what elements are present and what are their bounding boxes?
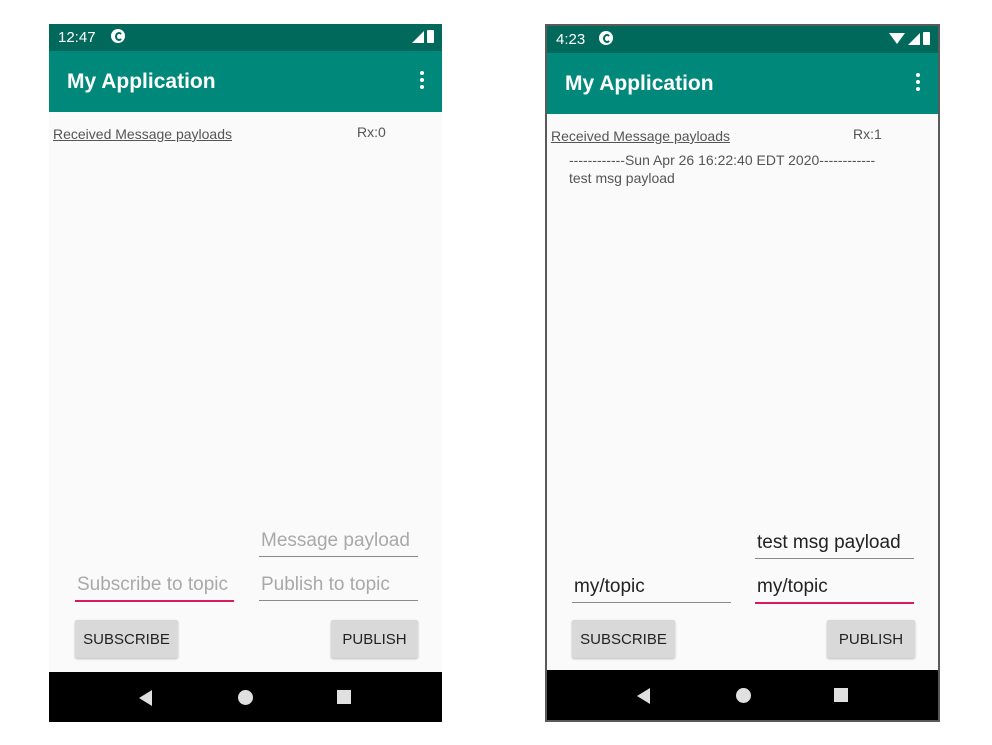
signal-icon — [412, 30, 424, 43]
status-icons — [889, 32, 930, 45]
status-bar: 4:23 — [547, 26, 938, 53]
subscribe-button[interactable]: SUBSCRIBE — [572, 620, 675, 658]
app-bar: My Application — [547, 53, 938, 114]
navigation-bar — [547, 670, 938, 720]
app-bar: My Application — [49, 51, 442, 112]
status-time: 12:47 — [58, 29, 96, 46]
phone-screen-left: 12:47 My Application Received Message pa… — [49, 24, 442, 722]
subscribe-topic-input[interactable]: Subscribe to topic — [75, 574, 234, 602]
status-icons — [412, 30, 434, 43]
received-payloads-label: Received Message payloads — [53, 126, 232, 142]
back-icon[interactable] — [637, 688, 650, 704]
subscribe-topic-input[interactable]: my/topic — [572, 576, 731, 603]
message-payload-input[interactable]: test msg payload — [755, 532, 914, 559]
publish-button[interactable]: PUBLISH — [331, 620, 418, 658]
app-title: My Application — [67, 70, 216, 93]
battery-icon — [427, 30, 434, 43]
publish-topic-input[interactable]: my/topic — [755, 576, 914, 604]
status-time: 4:23 — [556, 31, 586, 48]
status-bar: 12:47 — [49, 24, 442, 51]
home-icon[interactable] — [736, 688, 751, 703]
cast-icon — [111, 29, 125, 43]
received-payloads-label: Received Message payloads — [551, 128, 730, 144]
rx-count: Rx:0 — [357, 124, 386, 140]
home-icon[interactable] — [238, 690, 253, 705]
navigation-bar — [49, 672, 442, 722]
wifi-icon — [889, 33, 905, 44]
rx-count: Rx:1 — [853, 126, 882, 142]
battery-icon — [923, 32, 930, 45]
overflow-menu-icon[interactable] — [420, 71, 424, 92]
overflow-menu-icon[interactable] — [916, 73, 920, 94]
back-icon[interactable] — [139, 690, 152, 706]
message-payload-input[interactable]: Message payload — [259, 530, 418, 557]
cast-icon — [599, 31, 613, 45]
recents-icon[interactable] — [337, 690, 351, 704]
publish-topic-input[interactable]: Publish to topic — [259, 574, 418, 601]
message-header: ------------Sun Apr 26 16:22:40 EDT 2020… — [569, 152, 876, 168]
publish-button[interactable]: PUBLISH — [827, 620, 915, 658]
message-body: test msg payload — [569, 170, 675, 186]
app-title: My Application — [565, 72, 714, 95]
recents-icon[interactable] — [834, 688, 848, 702]
signal-icon — [908, 32, 920, 45]
subscribe-button[interactable]: SUBSCRIBE — [75, 620, 178, 658]
phone-screen-right: 4:23 My Application Received Message pay… — [545, 24, 940, 722]
